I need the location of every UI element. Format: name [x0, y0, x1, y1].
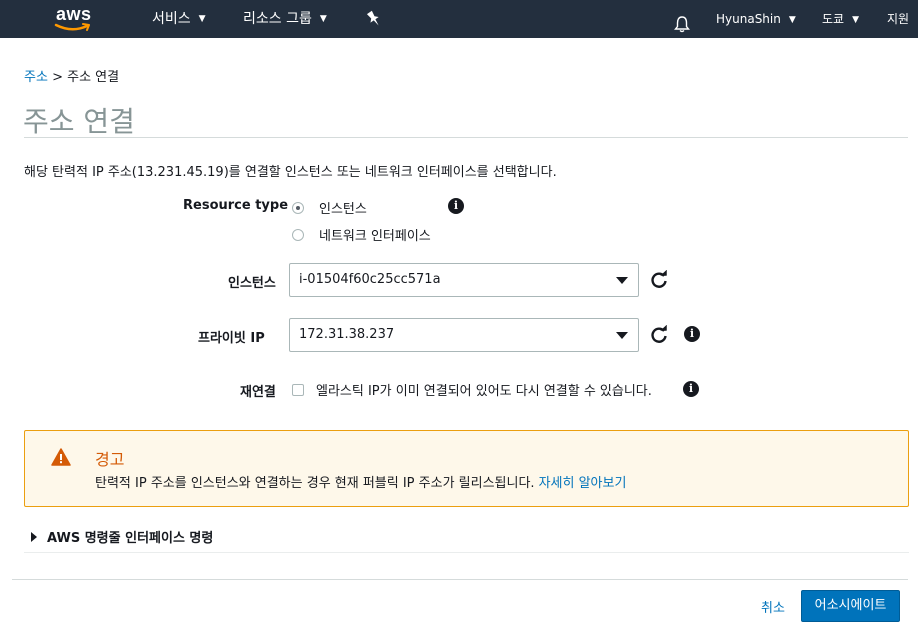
region-menu[interactable]: 도쿄 ▼: [822, 0, 859, 38]
top-navigation-bar: aws 서비스 ▼ 리소스 그룹 ▼ HyunaShin ▼ 도쿄 ▼ 지원: [0, 0, 918, 38]
aws-logo-text: aws: [56, 4, 92, 24]
instance-select[interactable]: i-01504f60c25cc571a: [289, 263, 639, 297]
info-icon[interactable]: i: [684, 326, 700, 342]
dropdown-arrow-icon: [616, 277, 628, 284]
user-menu-label: HyunaShin: [716, 12, 781, 26]
user-menu[interactable]: HyunaShin ▼: [716, 0, 796, 38]
breadcrumb-current: 주소 연결: [67, 70, 120, 85]
page-description: 해당 탄력적 IP 주소(13.231.45.19)를 연결할 인스턴스 또는 …: [24, 165, 557, 180]
support-menu[interactable]: 지원: [887, 0, 909, 38]
breadcrumb-separator: >: [52, 70, 63, 85]
learn-more-link[interactable]: 자세히 알아보기: [539, 476, 627, 491]
radio-instance-label: 인스턴스: [319, 202, 367, 217]
instance-select-value: i-01504f60c25cc571a: [299, 272, 441, 287]
cli-command-expander[interactable]: AWS 명령줄 인터페이스 명령: [31, 527, 213, 546]
region-menu-label: 도쿄: [822, 12, 845, 26]
breadcrumb: 주소 > 주소 연결: [24, 66, 119, 85]
aws-logo[interactable]: aws: [50, 4, 110, 34]
warning-icon: [51, 448, 71, 466]
resource-groups-menu-label: 리소스 그룹: [243, 11, 312, 27]
cancel-button[interactable]: 취소: [761, 597, 785, 616]
resource-groups-menu[interactable]: 리소스 그룹 ▼: [243, 0, 327, 38]
info-icon[interactable]: i: [448, 198, 464, 214]
chevron-down-icon: ▼: [788, 14, 796, 25]
reassociation-checkbox-label: 엘라스틱 IP가 이미 연결되어 있어도 다시 연결할 수 있습니다.: [316, 384, 652, 399]
title-divider: [24, 137, 908, 138]
reassociation-checkbox-row[interactable]: 엘라스틱 IP가 이미 연결되어 있어도 다시 연결할 수 있습니다.: [292, 380, 652, 399]
reassociation-label: 재연결: [240, 385, 276, 400]
chevron-down-icon: ▼: [198, 14, 206, 24]
services-menu[interactable]: 서비스 ▼: [152, 0, 206, 38]
radio-instance[interactable]: 인스턴스: [292, 198, 367, 217]
breadcrumb-link-addresses[interactable]: 주소: [24, 70, 48, 85]
pin-icon[interactable]: [366, 10, 382, 28]
footer-divider: [12, 579, 908, 580]
refresh-icon[interactable]: [649, 325, 669, 345]
refresh-icon[interactable]: [649, 270, 669, 290]
expander-divider: [24, 552, 909, 553]
info-icon[interactable]: i: [683, 381, 699, 397]
associate-button[interactable]: 어소시에이트: [801, 590, 900, 622]
bell-icon[interactable]: [673, 10, 691, 33]
resource-type-label: Resource type: [183, 198, 289, 213]
caret-right-icon: [31, 531, 37, 542]
aws-smile-icon: [54, 23, 90, 31]
chevron-down-icon: ▼: [319, 14, 327, 24]
private-ip-label: 프라이빗 IP: [198, 331, 265, 346]
private-ip-select[interactable]: 172.31.38.237: [289, 318, 639, 352]
private-ip-select-value: 172.31.38.237: [299, 327, 395, 342]
services-menu-label: 서비스: [152, 11, 191, 27]
warning-message: 탄력적 IP 주소를 인스턴스와 연결하는 경우 현재 퍼블릭 IP 주소가 릴…: [95, 472, 626, 491]
dropdown-arrow-icon: [616, 332, 628, 339]
radio-button-unselected[interactable]: [292, 228, 304, 241]
warning-title: 경고: [95, 450, 125, 469]
support-menu-label: 지원: [887, 12, 910, 26]
page-title: 주소 연결: [23, 105, 135, 138]
instance-label: 인스턴스: [228, 276, 276, 291]
reassociation-checkbox[interactable]: [292, 383, 304, 396]
cli-command-expander-label: AWS 명령줄 인터페이스 명령: [47, 531, 214, 546]
warning-alert: 경고 탄력적 IP 주소를 인스턴스와 연결하는 경우 현재 퍼블릭 IP 주소…: [24, 430, 909, 507]
radio-button-selected[interactable]: [292, 201, 304, 214]
chevron-down-icon: ▼: [852, 14, 860, 25]
radio-network-interface[interactable]: 네트워크 인터페이스: [292, 225, 431, 244]
radio-network-interface-label: 네트워크 인터페이스: [319, 229, 431, 244]
warning-message-text: 탄력적 IP 주소를 인스턴스와 연결하는 경우 현재 퍼블릭 IP 주소가 릴…: [95, 476, 535, 491]
